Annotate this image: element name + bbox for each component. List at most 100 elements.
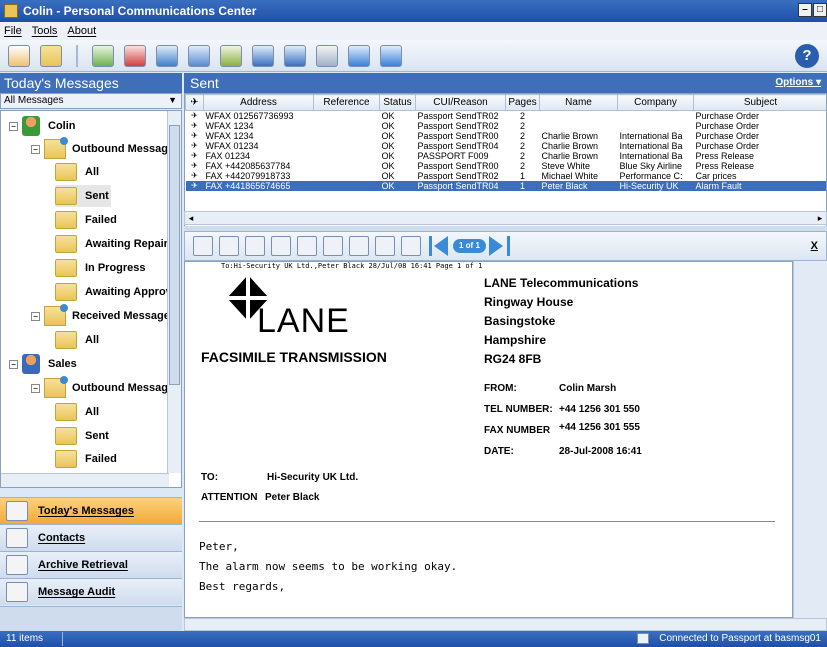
- table-cell: FAX +442079918733: [205, 171, 291, 181]
- tree-node-colin[interactable]: − Colin: [9, 115, 76, 137]
- forward-icon[interactable]: [156, 44, 178, 67]
- collapse-icon[interactable]: −: [31, 311, 40, 321]
- tree-horizontal-scrollbar[interactable]: [1, 473, 169, 487]
- tree-node-awaiting-approval[interactable]: Awaiting Approval: [55, 281, 181, 303]
- tree-node-received-all[interactable]: All: [55, 329, 99, 351]
- options-label: Options: [775, 77, 814, 88]
- send-icon[interactable]: [92, 44, 114, 67]
- close-preview-button[interactable]: X: [811, 240, 818, 252]
- collapse-icon[interactable]: −: [31, 383, 40, 393]
- table-row[interactable]: ✈ FAX +442085637784 OK Passport SendTR00 2 St…: [186, 161, 827, 171]
- preview-vertical-scrollbar[interactable]: [793, 261, 827, 618]
- archive-icon: [6, 555, 28, 575]
- redirect-icon[interactable]: [188, 44, 210, 67]
- tree-vertical-scrollbar[interactable]: [167, 111, 181, 473]
- table-row[interactable]: ✈ FAX 01234 OK PASSPORT F009 2 Charlie Brown I…: [186, 151, 827, 161]
- nav-todays-messages[interactable]: Today's Messages: [0, 497, 182, 524]
- nav-contacts[interactable]: Contacts: [0, 524, 182, 551]
- scroll-left-icon[interactable]: ◂: [185, 212, 197, 224]
- table-row[interactable]: ✈ WFAX 1234 OK Passport SendTR02 2 Purchase O…: [186, 121, 827, 131]
- column-header[interactable]: Name: [539, 94, 618, 111]
- table-cell: Alarm Fault: [693, 181, 826, 191]
- tree-node-all[interactable]: All: [55, 161, 99, 183]
- upload-icon[interactable]: [252, 44, 274, 67]
- scrollbar-thumb[interactable]: [169, 125, 180, 385]
- print-icon[interactable]: [220, 44, 242, 67]
- nav-message-audit[interactable]: Message Audit: [0, 578, 182, 605]
- fax-sent-icon: ✈: [191, 121, 198, 130]
- refresh-icon[interactable]: [348, 44, 370, 67]
- table-cell: International Ba: [619, 131, 683, 141]
- column-header[interactable]: Pages: [505, 94, 540, 111]
- message-filter-select[interactable]: All Messages ▼: [0, 93, 182, 109]
- table-row[interactable]: ✈ WFAX 1234 OK Passport SendTR00 2 Charlie Br…: [186, 131, 827, 141]
- menu-file[interactable]: File: [4, 25, 22, 37]
- chevron-down-icon[interactable]: ▼: [168, 95, 177, 105]
- tree-node-sales-sent[interactable]: Sent: [55, 425, 109, 447]
- delete-icon[interactable]: [124, 44, 146, 67]
- minimize-button[interactable]: –: [798, 3, 812, 17]
- collapse-icon[interactable]: −: [31, 144, 40, 154]
- column-header[interactable]: Company: [617, 94, 694, 111]
- tree-label: Outbound Messages: [72, 382, 181, 394]
- tree-node-outbound[interactable]: − Outbound Messages: [31, 137, 180, 160]
- print-icon[interactable]: [219, 236, 239, 256]
- column-header[interactable]: Subject: [693, 94, 826, 111]
- first-page-icon[interactable]: [429, 236, 432, 256]
- previous-page-icon[interactable]: [434, 236, 448, 256]
- table-cell: [314, 131, 380, 141]
- table-cell: OK: [381, 161, 395, 171]
- sync-icon[interactable]: [380, 44, 402, 67]
- tree-node-sales-failed[interactable]: Failed: [55, 448, 117, 470]
- preview-horizontal-scrollbar[interactable]: [184, 618, 827, 631]
- fax-header-line: To:Hi-Security UK Ltd.,Peter Black 28/Ju…: [221, 262, 483, 270]
- table-cell: OK: [381, 171, 395, 181]
- audit-icon: [6, 582, 28, 602]
- menu-tools[interactable]: Tools: [32, 25, 58, 37]
- tree-node-sales-all[interactable]: All: [55, 401, 99, 423]
- compose-icon[interactable]: [8, 44, 30, 67]
- fit-width-icon[interactable]: [271, 236, 291, 256]
- rotate-right-icon[interactable]: [401, 236, 421, 256]
- fax-divider: [199, 521, 775, 522]
- scroll-right-icon[interactable]: ▸: [814, 212, 826, 224]
- collapse-icon[interactable]: −: [9, 359, 18, 369]
- folder-icon[interactable]: [40, 44, 62, 67]
- next-page-icon[interactable]: [488, 236, 503, 256]
- maximize-button[interactable]: □: [813, 3, 827, 17]
- table-row[interactable]: ✈ FAX +441865674665 OK Passport SendTR04 1 Pe…: [185, 181, 826, 191]
- zoom-in-icon[interactable]: [245, 236, 265, 256]
- nav-archive-retrieval[interactable]: Archive Retrieval: [0, 551, 182, 578]
- tree-node-awaiting-repair[interactable]: Awaiting Repair: [55, 233, 168, 255]
- column-header[interactable]: Reference: [313, 94, 380, 111]
- column-header[interactable]: CUI/Reason: [415, 94, 506, 111]
- table-cell: Purchase Order: [695, 111, 760, 121]
- menu-about[interactable]: About: [67, 25, 96, 37]
- tree-label: All: [85, 166, 100, 178]
- fax-type-icon[interactable]: ✈: [185, 94, 204, 111]
- tree-node-in-progress[interactable]: In Progress: [55, 257, 146, 279]
- pages-icon[interactable]: [349, 236, 369, 256]
- zoom-out-icon[interactable]: [297, 236, 317, 256]
- tree-node-received[interactable]: − Received Messages: [31, 304, 176, 327]
- tree-node-failed[interactable]: Failed: [55, 209, 117, 231]
- table-row[interactable]: ✈ WFAX 01234 OK Passport SendTR04 2 Charlie B…: [186, 141, 827, 151]
- download-icon[interactable]: [284, 44, 306, 67]
- tree-node-sales[interactable]: − Sales: [9, 353, 77, 375]
- table-row[interactable]: ✈ FAX +442079918733 OK Passport SendTR02 1 Mi…: [186, 171, 827, 181]
- page-icon[interactable]: [323, 236, 343, 256]
- tree-node-sales-outbound[interactable]: − Outbound Messages: [31, 376, 181, 399]
- rotate-left-icon[interactable]: [375, 236, 395, 256]
- search-icon[interactable]: [316, 44, 338, 67]
- column-header[interactable]: Status: [379, 94, 416, 111]
- options-menu[interactable]: Options ▾: [775, 77, 821, 88]
- last-page-icon[interactable]: [506, 236, 510, 256]
- table-row[interactable]: ✈ WFAX 012567736993 OK Passport SendTR02 2 Pu…: [186, 111, 827, 122]
- annotate-icon[interactable]: [193, 236, 213, 256]
- column-header[interactable]: Address: [203, 94, 314, 111]
- grid-horizontal-scrollbar[interactable]: ◂ ▸: [184, 211, 827, 225]
- table-cell: Press Release: [695, 161, 755, 171]
- tree-node-sent[interactable]: Sent: [55, 185, 111, 207]
- help-button[interactable]: ?: [795, 44, 819, 68]
- collapse-icon[interactable]: −: [9, 121, 18, 131]
